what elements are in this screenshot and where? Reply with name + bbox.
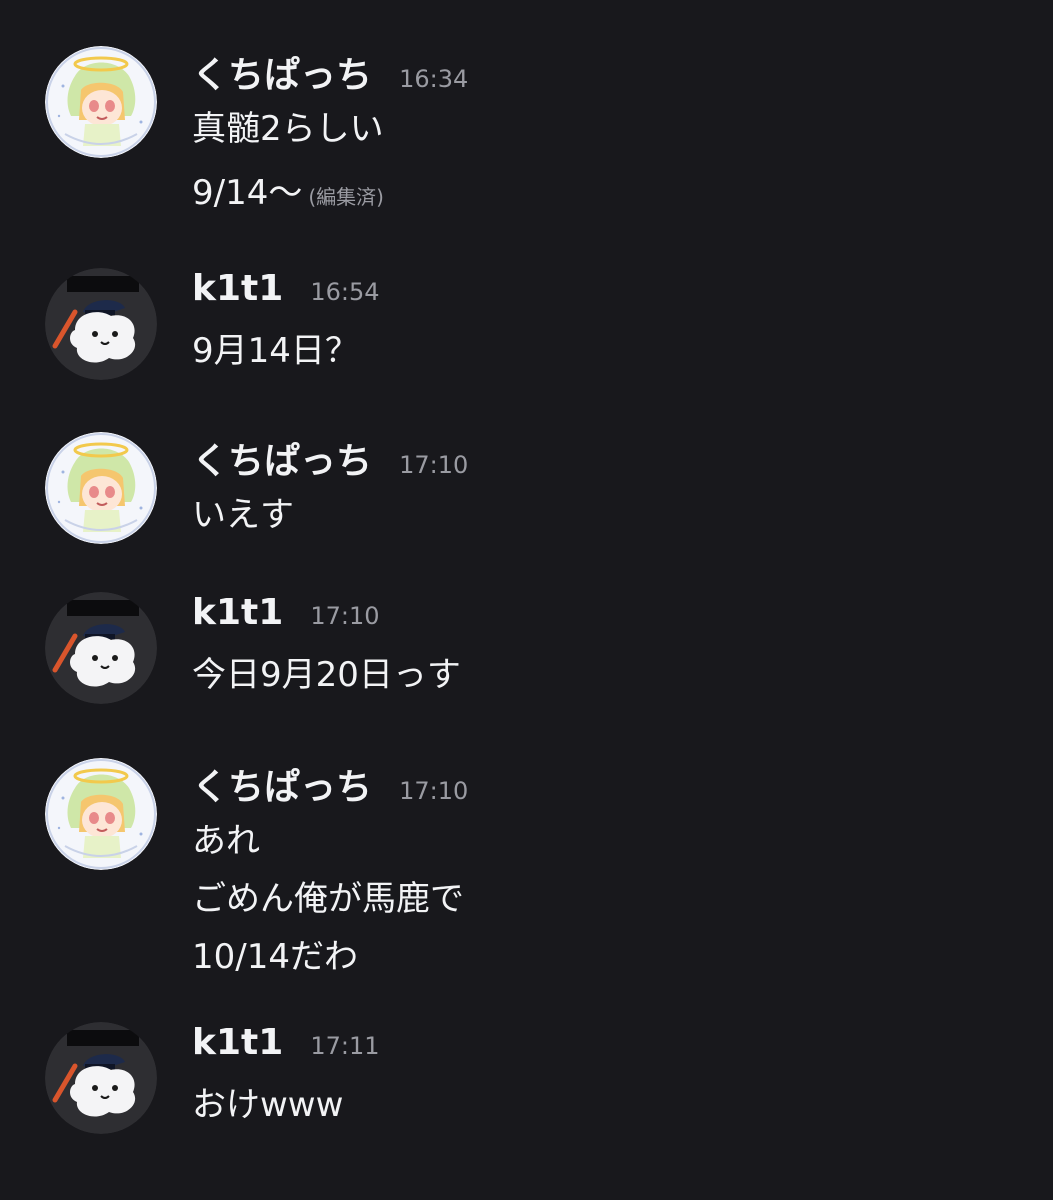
message-body: 真髄2らしい 9/14〜 (編集済)	[192, 100, 1012, 222]
message-header: くちぱっち 16:34	[192, 46, 468, 96]
user-avatar[interactable]	[45, 1022, 157, 1134]
chat-message: くちぱっち 17:10 いえす	[0, 432, 1053, 562]
message-body: あれ ごめん俺が馬鹿で 10/14だわ	[192, 812, 1012, 986]
chat-message: くちぱっち 16:34 真髄2らしい 9/14〜 (編集済)	[0, 46, 1053, 246]
timestamp: 17:10	[399, 451, 469, 479]
message-line: あれ	[192, 821, 260, 861]
message-body: 9月14日？	[192, 322, 1012, 380]
police-avatar-icon	[45, 1022, 157, 1134]
timestamp: 16:54	[310, 278, 380, 306]
angel-avatar-icon	[45, 46, 157, 158]
timestamp: 17:10	[399, 777, 469, 805]
message-line: 10/14だわ	[192, 937, 358, 977]
message-line-edited: 9/14〜 (編集済)	[192, 164, 1012, 222]
user-avatar[interactable]	[45, 46, 157, 158]
chat-log: くちぱっち 16:34 真髄2らしい 9/14〜 (編集済) k1t1 16:54…	[0, 0, 1053, 1200]
edited-label: (編集済)	[308, 185, 384, 209]
message-header: k1t1 16:54	[192, 268, 380, 318]
police-avatar-icon	[45, 592, 157, 704]
message-body: いえす	[192, 486, 1012, 544]
timestamp: 17:10	[310, 602, 380, 630]
message-body: おけwww	[192, 1076, 1012, 1134]
message-header: くちぱっち 17:10	[192, 758, 468, 808]
username[interactable]: くちぱっち	[192, 55, 372, 96]
message-header: k1t1 17:11	[192, 1022, 380, 1072]
message-line: 真髄2らしい	[192, 109, 384, 149]
timestamp: 16:34	[399, 65, 469, 93]
user-avatar[interactable]	[45, 758, 157, 870]
message-body: 今日9月20日っす	[192, 646, 1012, 704]
message-text: 9/14〜	[192, 173, 303, 213]
message-header: k1t1 17:10	[192, 592, 380, 642]
chat-message: k1t1 17:10 今日9月20日っす	[0, 592, 1053, 722]
username[interactable]: k1t1	[192, 592, 283, 633]
username[interactable]: k1t1	[192, 268, 283, 309]
user-avatar[interactable]	[45, 592, 157, 704]
username[interactable]: くちぱっち	[192, 441, 372, 482]
message-header: くちぱっち 17:10	[192, 432, 468, 482]
angel-avatar-icon	[45, 758, 157, 870]
message-line: ごめん俺が馬鹿で	[192, 879, 464, 919]
message-line: 今日9月20日っす	[192, 655, 461, 695]
message-line: おけwww	[192, 1085, 344, 1125]
timestamp: 17:11	[310, 1032, 380, 1060]
user-avatar[interactable]	[45, 432, 157, 544]
police-avatar-icon	[45, 268, 157, 380]
chat-message: くちぱっち 17:10 あれ ごめん俺が馬鹿で 10/14だわ	[0, 758, 1053, 988]
chat-message: k1t1 17:11 おけwww	[0, 1022, 1053, 1152]
message-line: 9月14日？	[192, 331, 359, 371]
user-avatar[interactable]	[45, 268, 157, 380]
chat-message: k1t1 16:54 9月14日？	[0, 268, 1053, 398]
message-line: いえす	[192, 495, 294, 535]
username[interactable]: k1t1	[192, 1022, 283, 1063]
angel-avatar-icon	[45, 432, 157, 544]
username[interactable]: くちぱっち	[192, 767, 372, 808]
